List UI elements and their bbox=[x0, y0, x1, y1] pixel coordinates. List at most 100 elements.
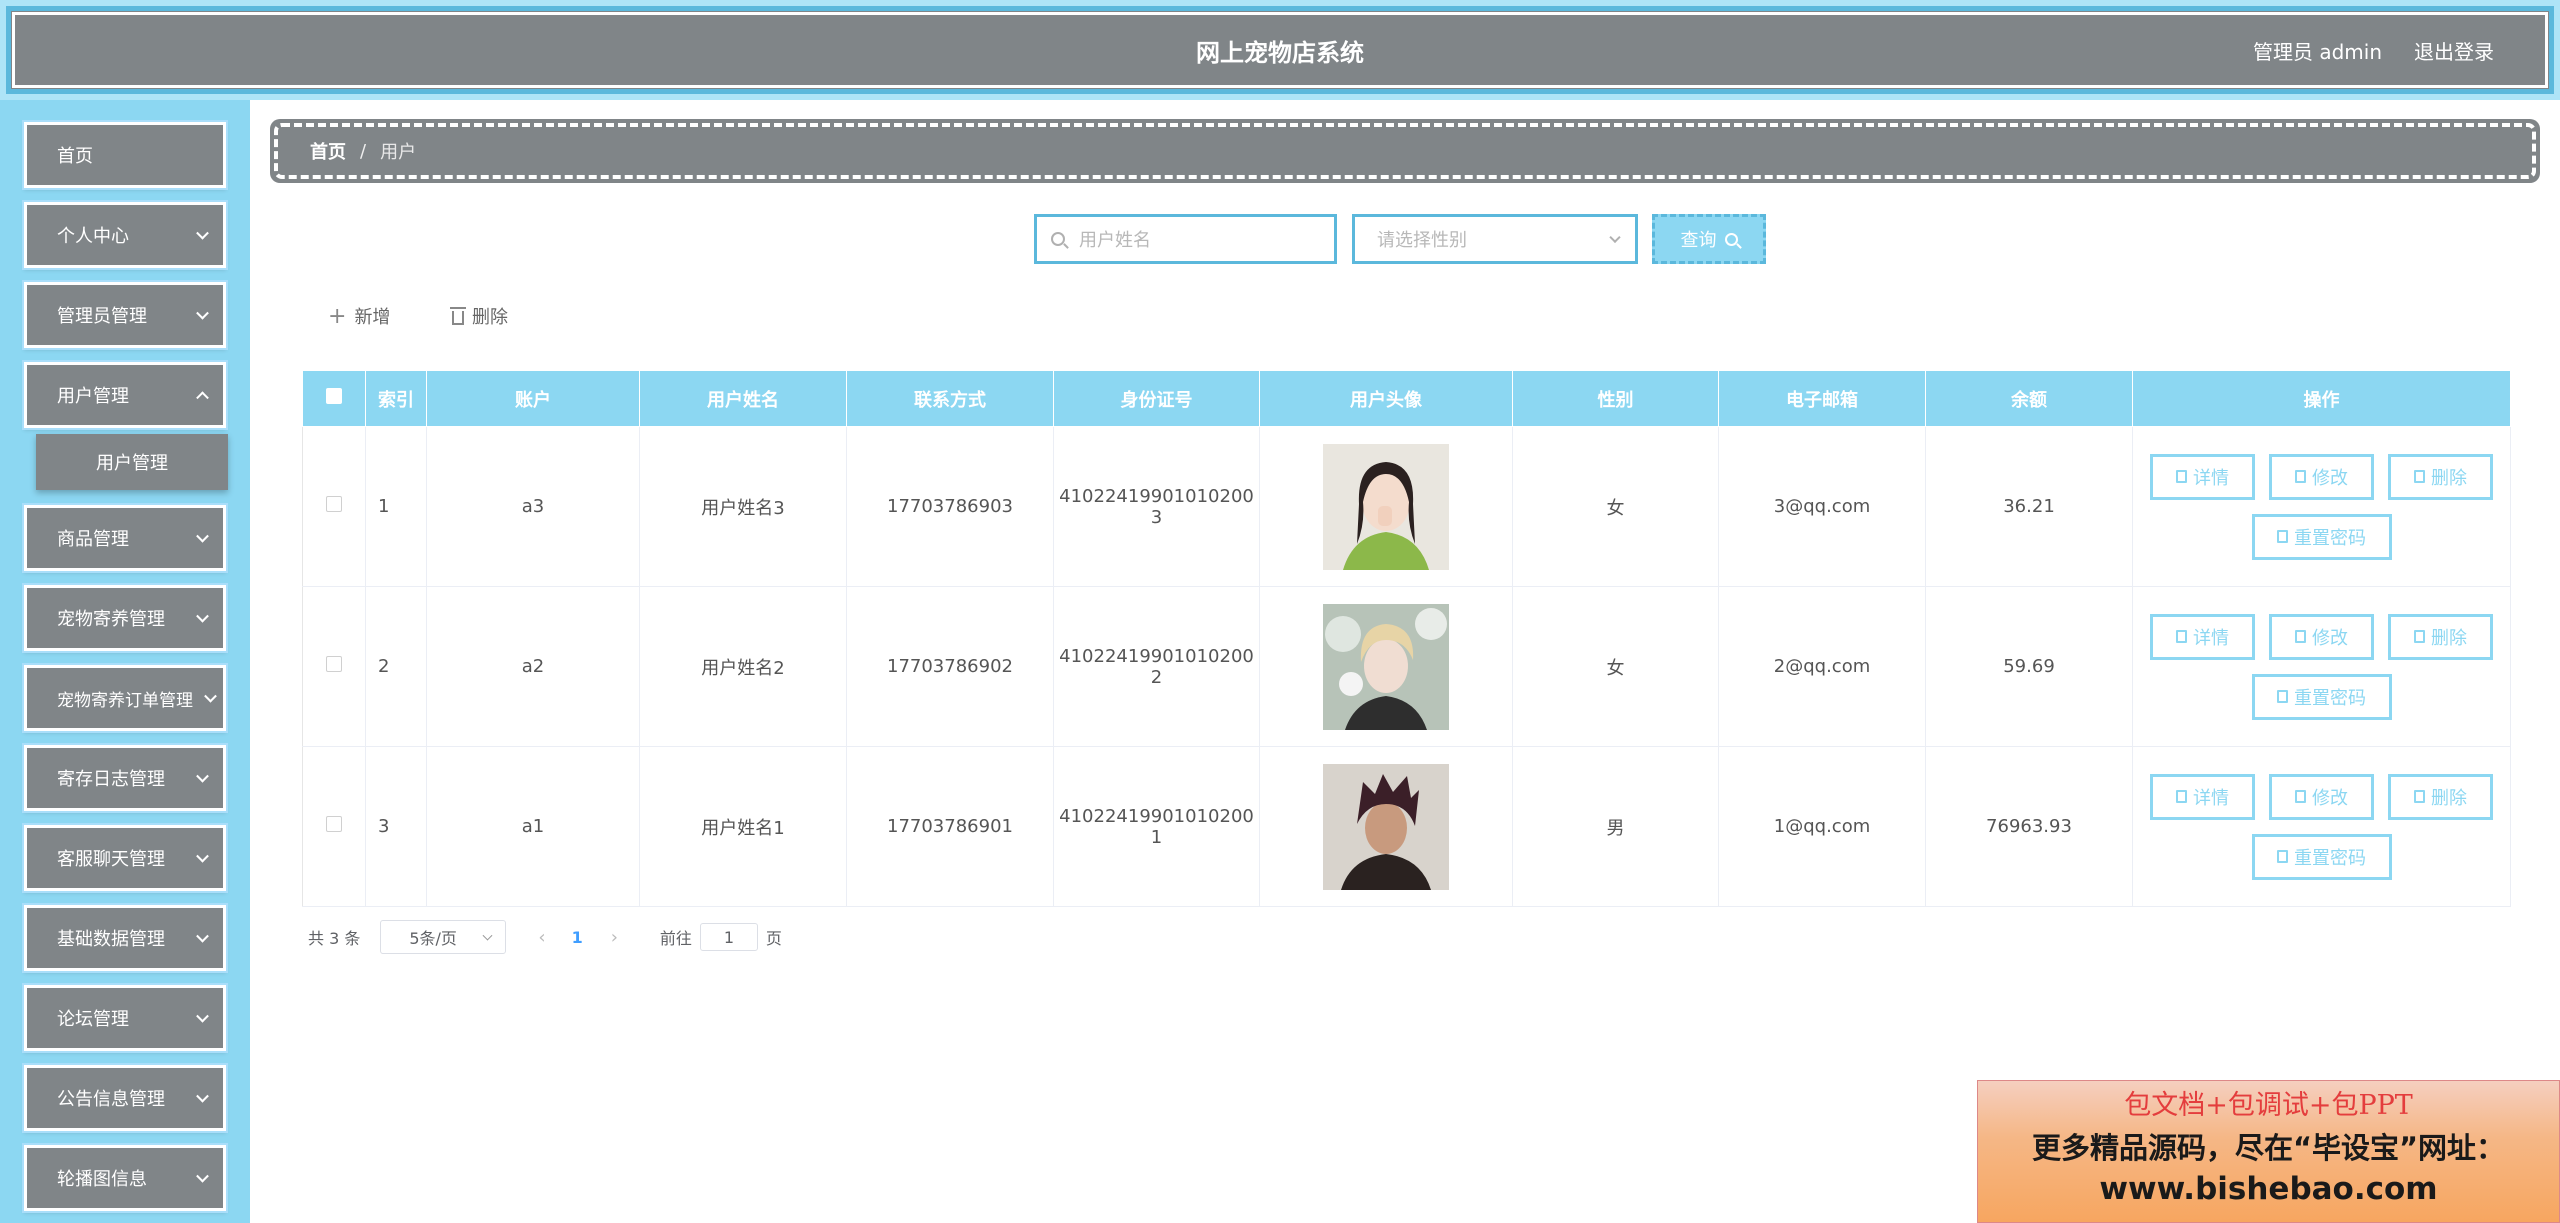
column-header: 索引 bbox=[365, 370, 427, 427]
trash-icon bbox=[2414, 790, 2425, 803]
column-header: 用户头像 bbox=[1259, 370, 1513, 427]
app-title: 网上宠物店系统 bbox=[1196, 38, 1364, 67]
column-header: 身份证号 bbox=[1053, 370, 1260, 427]
next-page-button[interactable]: › bbox=[611, 927, 618, 948]
reset-password-button[interactable]: 重置密码 bbox=[2251, 513, 2392, 560]
cell-name: 用户姓名2 bbox=[639, 586, 847, 747]
add-button[interactable]: + 新增 bbox=[328, 301, 390, 331]
cell-balance: 76963.93 bbox=[1925, 746, 2133, 907]
cell-email: 2@qq.com bbox=[1718, 586, 1926, 747]
sidebar-item-pet-foster-management[interactable]: 宠物寄养管理 bbox=[22, 583, 228, 653]
edit-button[interactable]: 修改 bbox=[2269, 613, 2374, 660]
sidebar-item-label: 客服聊天管理 bbox=[57, 849, 165, 870]
cell-index: 3 bbox=[365, 746, 427, 907]
reset-password-button[interactable]: 重置密码 bbox=[2251, 673, 2392, 720]
cell-account: a1 bbox=[426, 746, 640, 907]
row-checkbox[interactable] bbox=[326, 816, 342, 832]
edit-icon bbox=[2295, 470, 2306, 483]
operations-group: 详情 修改 删除 重置密码 bbox=[2134, 453, 2509, 560]
sidebar-item-admin-management[interactable]: 管理员管理 bbox=[22, 280, 228, 350]
detail-button[interactable]: 详情 bbox=[2150, 773, 2255, 820]
header-user-area: 管理员 admin 退出登录 bbox=[2253, 11, 2494, 89]
chevron-down-icon bbox=[196, 306, 209, 320]
sidebar-item-user-management[interactable]: 用户管理 bbox=[22, 360, 228, 430]
sidebar-item-carousel-info[interactable]: 轮播图信息 bbox=[22, 1143, 228, 1213]
detail-label: 详情 bbox=[2193, 467, 2229, 489]
id-line2: 1 bbox=[1150, 826, 1163, 848]
delete-label: 删除 bbox=[2431, 467, 2467, 489]
cell-balance: 59.69 bbox=[1925, 586, 2133, 747]
cell-operations: 详情 修改 删除 重置密码 bbox=[2132, 746, 2511, 907]
row-delete-button[interactable]: 删除 bbox=[2388, 453, 2493, 500]
query-button[interactable]: 查询 bbox=[1652, 214, 1766, 264]
cell-phone: 17703786901 bbox=[846, 746, 1054, 907]
table-row: 2 a2 用户姓名2 17703786902 41022419901010200… bbox=[302, 586, 2511, 747]
sidebar-item-storage-log-management[interactable]: 寄存日志管理 bbox=[22, 743, 228, 813]
sidebar-item-pet-foster-order-management[interactable]: 宠物寄养订单管理 bbox=[22, 663, 228, 733]
sidebar-item-forum-management[interactable]: 论坛管理 bbox=[22, 983, 228, 1053]
cell-index: 2 bbox=[365, 586, 427, 747]
reset-label: 重置密码 bbox=[2294, 847, 2366, 869]
submenu-item-user-management[interactable]: 用户管理 bbox=[36, 434, 228, 490]
chevron-down-icon bbox=[1609, 231, 1621, 244]
delete-label: 删除 bbox=[2431, 787, 2467, 809]
reset-password-button[interactable]: 重置密码 bbox=[2251, 833, 2392, 880]
edit-button[interactable]: 修改 bbox=[2269, 453, 2374, 500]
gender-select[interactable]: 请选择性别 bbox=[1352, 214, 1638, 264]
sidebar-item-personal-center[interactable]: 个人中心 bbox=[22, 200, 228, 270]
user-avatar[interactable] bbox=[1323, 763, 1449, 890]
id-line1: 41022419901010200 bbox=[1059, 805, 1254, 827]
sidebar-item-label: 论坛管理 bbox=[57, 1009, 129, 1030]
cell-account: a2 bbox=[426, 586, 640, 747]
goto-page-input[interactable]: 1 bbox=[699, 923, 758, 951]
user-avatar[interactable] bbox=[1323, 443, 1449, 570]
add-button-label: 新增 bbox=[354, 307, 391, 328]
sidebar-item-label: 宠物寄养订单管理 bbox=[57, 690, 193, 711]
row-select-cell bbox=[302, 426, 366, 587]
select-all-checkbox[interactable] bbox=[326, 388, 342, 404]
prev-page-button[interactable]: ‹ bbox=[538, 927, 545, 948]
sidebar-item-label: 首页 bbox=[57, 146, 93, 167]
user-name-search-input[interactable]: 用户姓名 bbox=[1034, 214, 1337, 264]
goto-suffix: 页 bbox=[765, 929, 782, 948]
sidebar-item-label: 个人中心 bbox=[57, 226, 129, 247]
sidebar-item-goods-management[interactable]: 商品管理 bbox=[22, 503, 228, 573]
row-delete-button[interactable]: 删除 bbox=[2388, 773, 2493, 820]
page-size-select[interactable]: 5条/页 bbox=[380, 920, 507, 954]
cell-balance: 36.21 bbox=[1925, 426, 2133, 587]
select-all-header[interactable] bbox=[302, 370, 366, 427]
chevron-down-icon bbox=[204, 689, 217, 703]
detail-button[interactable]: 详情 bbox=[2150, 453, 2255, 500]
chevron-down-icon bbox=[196, 849, 209, 863]
document-icon bbox=[2176, 470, 2187, 483]
reset-label: 重置密码 bbox=[2294, 527, 2366, 549]
cell-gender: 女 bbox=[1512, 426, 1719, 587]
detail-button[interactable]: 详情 bbox=[2150, 613, 2255, 660]
search-input-placeholder: 用户姓名 bbox=[1079, 230, 1151, 251]
chevron-down-icon bbox=[196, 226, 209, 240]
row-checkbox[interactable] bbox=[326, 496, 342, 512]
delete-label: 删除 bbox=[2431, 627, 2467, 649]
sidebar-item-basic-data-management[interactable]: 基础数据管理 bbox=[22, 903, 228, 973]
table-header-row: 索引 账户 用户姓名 联系方式 身份证号 用户头像 性别 电子邮箱 余额 操作 bbox=[302, 370, 2511, 427]
cell-email: 1@qq.com bbox=[1718, 746, 1926, 907]
row-checkbox[interactable] bbox=[326, 656, 342, 672]
edit-icon bbox=[2295, 790, 2306, 803]
chevron-down-icon bbox=[196, 1089, 209, 1103]
page-number-current[interactable]: 1 bbox=[572, 928, 583, 947]
delete-button[interactable]: 删除 bbox=[450, 301, 508, 331]
edit-button[interactable]: 修改 bbox=[2269, 773, 2374, 820]
goto-label: 前往 bbox=[659, 929, 692, 948]
sidebar-item-notice-management[interactable]: 公告信息管理 bbox=[22, 1063, 228, 1133]
trash-icon bbox=[450, 306, 466, 325]
row-delete-button[interactable]: 删除 bbox=[2388, 613, 2493, 660]
sidebar-item-label: 寄存日志管理 bbox=[57, 769, 165, 790]
sidebar-item-home[interactable]: 首页 bbox=[22, 120, 228, 190]
cell-email: 3@qq.com bbox=[1718, 426, 1926, 587]
sidebar-item-chat-management[interactable]: 客服聊天管理 bbox=[22, 823, 228, 893]
user-avatar[interactable] bbox=[1323, 603, 1449, 730]
breadcrumb-home-link[interactable]: 首页 bbox=[310, 138, 346, 164]
cell-avatar bbox=[1259, 746, 1513, 907]
logout-link[interactable]: 退出登录 bbox=[2414, 36, 2494, 65]
document-icon bbox=[2277, 850, 2288, 863]
